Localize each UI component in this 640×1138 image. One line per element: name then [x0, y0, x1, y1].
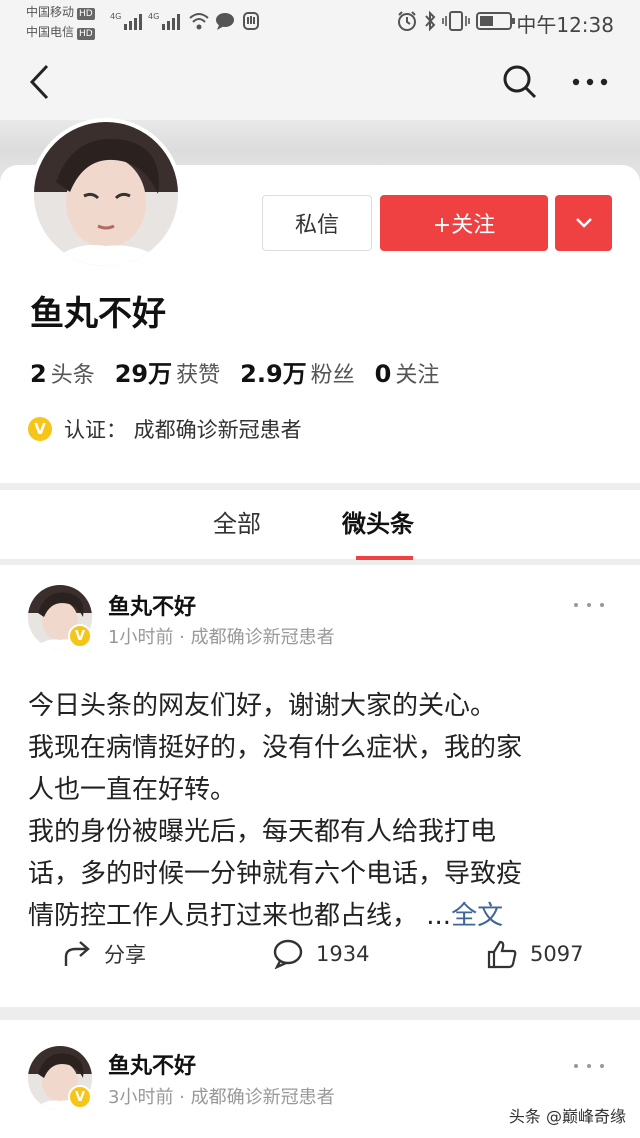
carrier-1: 中国移动 HD	[26, 5, 95, 20]
tab-all[interactable]: 全部	[213, 504, 261, 539]
hd-badge-2: HD	[77, 28, 95, 40]
stat-likes-value: 29万	[114, 360, 173, 388]
message-button[interactable]: 私信	[262, 195, 372, 251]
post-line: 我现在病情挺好的，没有什么症状，我的家	[28, 733, 523, 763]
stat-following-label: 关注	[395, 363, 440, 388]
active-tab-indicator	[356, 556, 413, 560]
net-1-label: 4G	[110, 12, 121, 21]
post-meta: 3小时前 · 成都确诊新冠患者	[108, 1087, 335, 1108]
stat-fans-value: 2.9万	[240, 360, 307, 388]
post-author-name[interactable]: 鱼丸不好	[108, 589, 196, 621]
verified-badge-icon: V	[68, 1085, 92, 1109]
carrier-2: 中国电信 HD	[26, 25, 95, 40]
back-button[interactable]	[18, 60, 62, 104]
stat-following-value: 0	[374, 360, 392, 388]
post-line: 话，多的时候一分钟就有六个电话，导致疫	[28, 859, 523, 889]
post-line: 我的身份被曝光后，每天都有人给我打电	[28, 817, 497, 847]
thumbs-up-icon	[487, 940, 517, 969]
alarm-icon	[398, 11, 416, 31]
tab-micro-posts[interactable]: 微头条	[342, 504, 414, 539]
stat-fans-label: 粉丝	[310, 363, 355, 388]
share-icon	[64, 941, 90, 966]
dot-icon	[587, 1064, 591, 1068]
dot-icon	[574, 1064, 578, 1068]
signal-icon-2: 4G	[148, 12, 180, 30]
post-card[interactable]: V 鱼丸不好 1小时前 · 成都确诊新冠患者 今日头条的网友们好，谢谢大家的关心…	[0, 565, 640, 1007]
post-meta: 1小时前 · 成都确诊新冠患者	[108, 627, 335, 648]
dot-icon	[574, 603, 578, 607]
back-icon	[29, 64, 49, 100]
follow-button[interactable]: +关注	[380, 195, 548, 251]
dot-icon	[587, 603, 591, 607]
avatar-portrait	[34, 122, 178, 266]
carrier-1-label: 中国移动	[26, 5, 75, 19]
carrier-2-label: 中国电信	[26, 25, 75, 39]
profile-avatar[interactable]	[30, 118, 182, 270]
post-more-button[interactable]	[574, 1056, 604, 1076]
stat-posts-label: 头条	[50, 363, 95, 388]
verified-badge-icon: V	[28, 417, 52, 441]
status-bar: 中国移动 HD 中国电信 HD 4G 4G 中午12:38	[0, 0, 640, 44]
search-button[interactable]	[498, 60, 542, 104]
stat-fans[interactable]: 2.9万 粉丝	[240, 354, 355, 389]
like-button[interactable]: 5097	[486, 939, 583, 969]
post-line: 情防控工作人员打过来也都占线，	[28, 901, 419, 931]
read-more-link[interactable]: 全文	[451, 901, 503, 931]
stat-posts-value: 2	[30, 360, 47, 388]
nav-bar	[0, 44, 640, 120]
ellipsis: ...	[426, 901, 452, 931]
verification-text: 认证： 成都确诊新冠患者	[64, 418, 302, 442]
post-line: 今日头条的网友们好，谢谢大家的关心。	[28, 691, 497, 721]
post-author-name[interactable]: 鱼丸不好	[108, 1048, 196, 1080]
profile-stats: 2 头条 29万 获赞 2.9万 粉丝 0 关注	[30, 354, 439, 389]
message-icon	[216, 13, 234, 30]
dot-icon	[600, 603, 604, 607]
stat-following[interactable]: 0 关注	[375, 357, 440, 389]
comment-count: 1934	[316, 942, 370, 966]
comment-icon	[273, 939, 303, 969]
tab-bar: 全部 微头条	[0, 490, 640, 560]
hd-badge: HD	[77, 8, 95, 20]
profile-username: 鱼丸不好	[30, 294, 166, 334]
verified-badge-icon: V	[68, 624, 92, 648]
hand-icon	[243, 12, 259, 30]
search-icon	[503, 65, 537, 99]
more-icon	[572, 78, 608, 86]
dot-icon	[600, 1064, 604, 1068]
net-2-label: 4G	[148, 12, 159, 21]
post-line-last: 情防控工作人员打过来也都占线， ...全文	[28, 895, 612, 937]
more-button[interactable]	[568, 60, 612, 104]
stat-posts[interactable]: 2 头条	[30, 357, 95, 389]
share-button[interactable]: 分享	[62, 939, 146, 969]
verification-info: V 认证： 成都确诊新冠患者	[28, 414, 302, 444]
vibrate-icon	[442, 11, 470, 31]
stat-likes: 29万 获赞	[115, 354, 220, 389]
watermark: 头条 @巅峰奇缘	[508, 1107, 626, 1126]
wifi-icon	[189, 13, 209, 30]
bluetooth-icon	[425, 10, 436, 32]
post-actions: 分享 1934 5097	[0, 937, 640, 977]
post-line: 人也一直在好转。	[28, 775, 237, 805]
share-label: 分享	[104, 943, 146, 967]
clock: 中午12:38	[516, 13, 614, 37]
follow-dropdown-button[interactable]	[555, 195, 612, 251]
comment-button[interactable]: 1934	[272, 939, 369, 969]
post-more-button[interactable]	[574, 595, 604, 615]
battery-icon	[476, 12, 515, 30]
stat-likes-label: 获赞	[176, 363, 221, 388]
signal-icon-1: 4G	[110, 12, 142, 30]
like-count: 5097	[530, 942, 584, 966]
post-body[interactable]: 今日头条的网友们好，谢谢大家的关心。 我现在病情挺好的，没有什么症状，我的家 人…	[28, 685, 612, 937]
chevron-down-icon	[575, 218, 592, 228]
